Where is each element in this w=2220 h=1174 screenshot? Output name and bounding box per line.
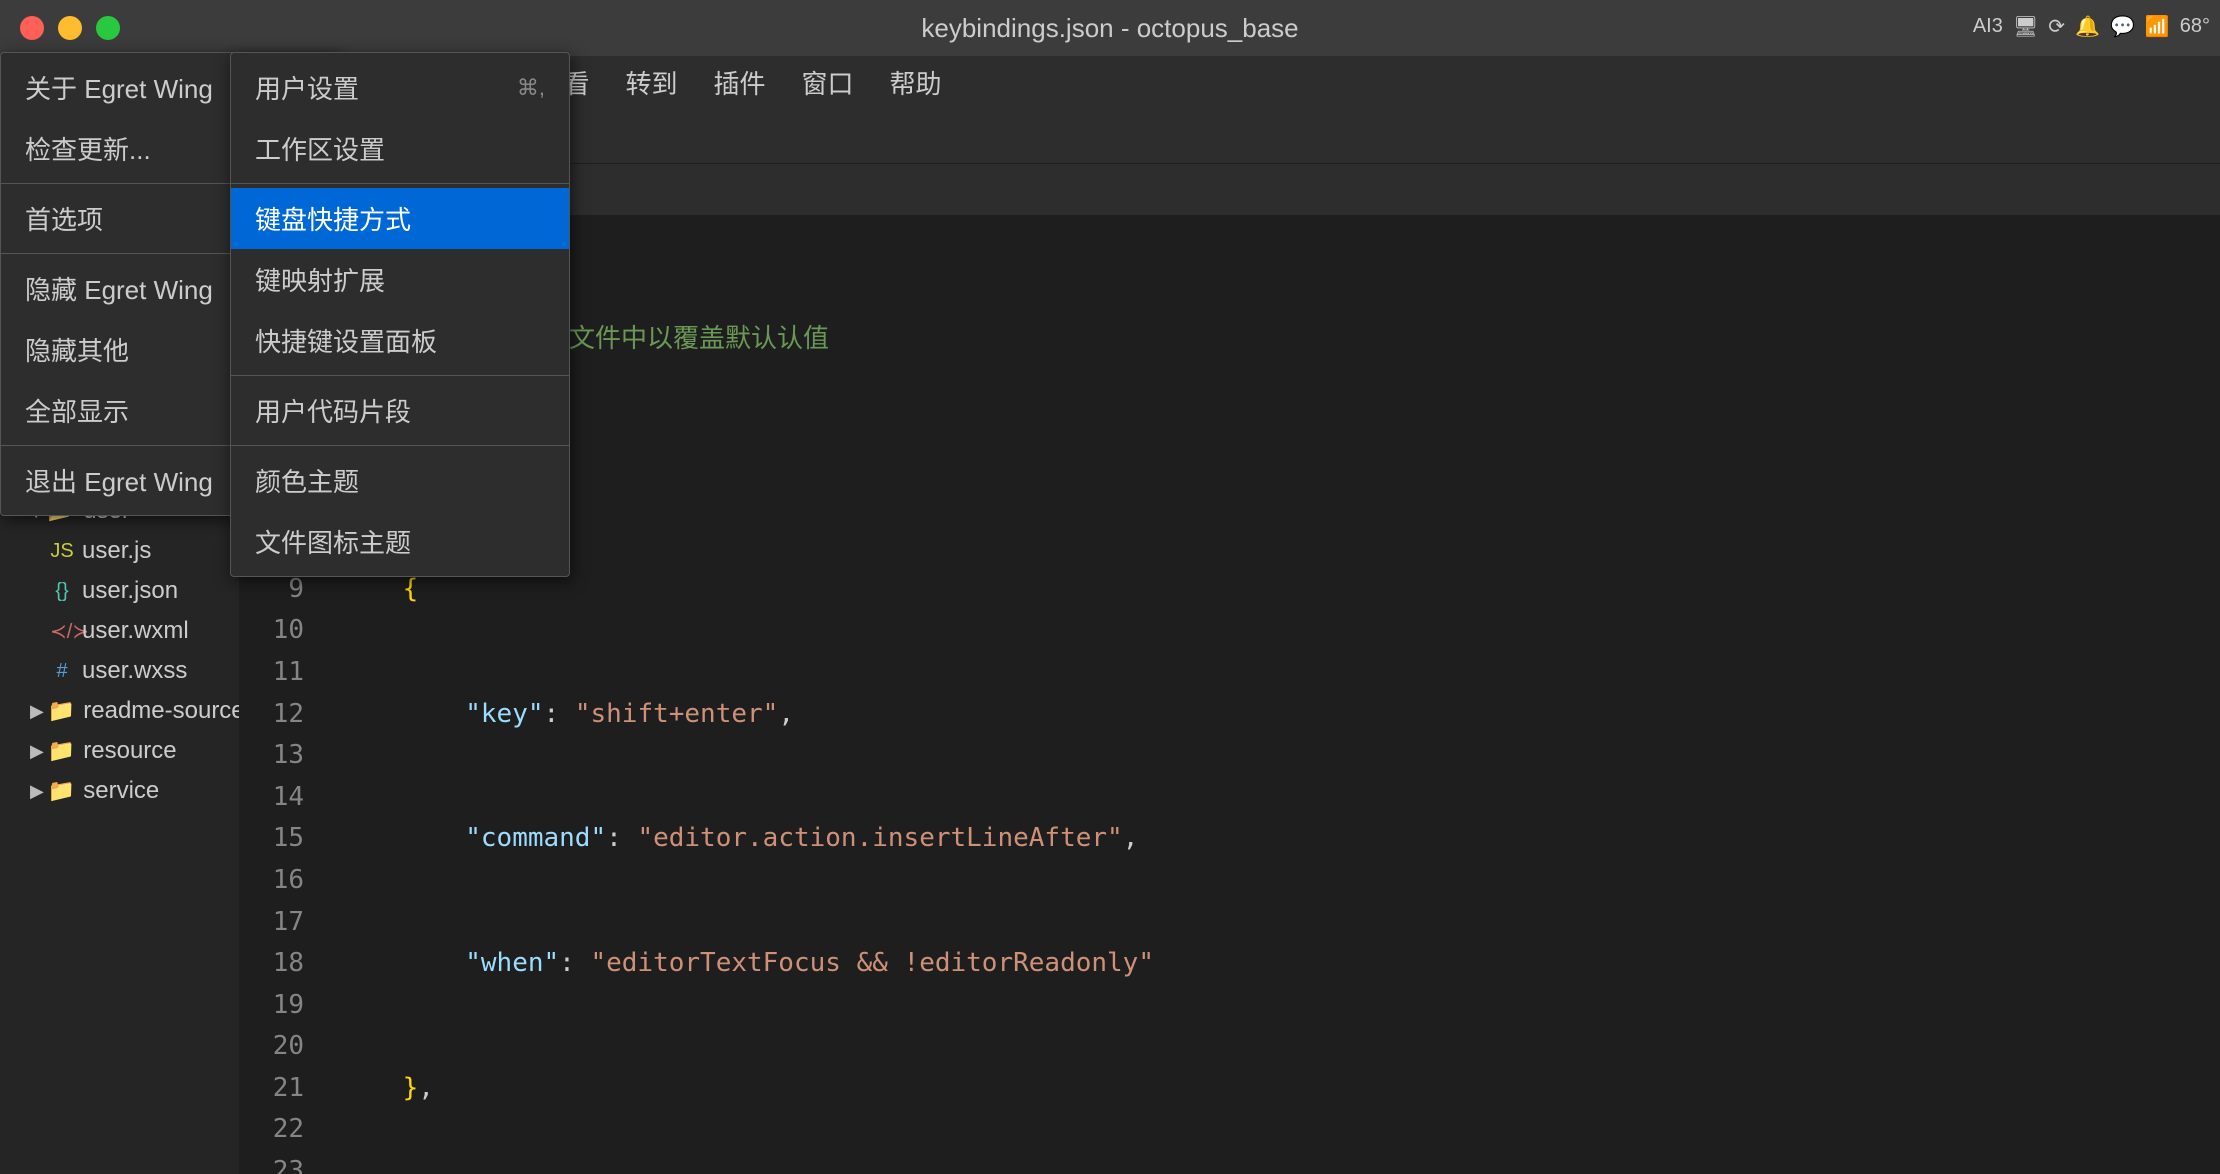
line-num-16: 16	[240, 860, 304, 902]
quit-label: 退出 Egret Wing	[25, 462, 213, 499]
window-title: keybindings.json - octopus_base	[921, 13, 1298, 44]
line-num-19: 19	[240, 985, 304, 1027]
line-num-12: 12	[240, 694, 304, 736]
sidebar-item-resource[interactable]: ▶ 📁 resource	[0, 731, 239, 771]
line-num-14: 14	[240, 777, 304, 819]
sidebar-item-readme-source[interactable]: ▶ 📁 readme-source	[0, 691, 239, 731]
ai3-icon: AI3	[1973, 15, 2003, 38]
code-line-7: },	[340, 1068, 2200, 1110]
menu-plugin[interactable]: 插件	[695, 58, 783, 107]
code-line-6: "when": "editorTextFocus && !editorReado…	[340, 943, 2200, 985]
wifi-icon: 📶	[2145, 14, 2170, 39]
json-file-icon: {}	[50, 580, 74, 603]
network-icon: ⟳	[2048, 14, 2065, 39]
traffic-lights	[20, 16, 120, 40]
menu-help[interactable]: 帮助	[872, 58, 960, 107]
code-line-2: [	[340, 444, 2200, 486]
line-num-21: 21	[240, 1068, 304, 1110]
user-settings-label: 用户设置	[255, 69, 359, 106]
sidebar-item-user-json[interactable]: {} user.json	[0, 571, 239, 611]
code-line-4: "key": "shift+enter",	[340, 694, 2200, 736]
wxml-file-icon: ≺/≻	[50, 619, 74, 644]
code-line-1: // 将键绑定放入此文件中以覆盖默认认值	[340, 319, 2200, 361]
sidebar-item-user-wxss[interactable]: # user.wxss	[0, 651, 239, 691]
pref-keyboard-shortcuts[interactable]: 键盘快捷方式	[231, 188, 569, 249]
minimize-button[interactable]	[58, 16, 82, 40]
line-num-20: 20	[240, 1026, 304, 1068]
code-line-3: {	[340, 569, 2200, 611]
pref-user-snippets[interactable]: 用户代码片段	[231, 380, 569, 441]
line-num-11: 11	[240, 652, 304, 694]
arrow-icon: ▶	[30, 701, 44, 722]
item-label: readme-source	[83, 697, 240, 725]
wxss-file-icon: #	[50, 660, 74, 683]
system-tray: AI3 🖥 ⟳ 🔔 💬 📶 68°	[1973, 0, 2210, 52]
code-content[interactable]: // 将键绑定放入此文件中以覆盖默认认值 [ { "key": "shift+e…	[320, 216, 2220, 1174]
item-label: user.js	[82, 537, 151, 565]
pref-shortcut-panel[interactable]: 快捷键设置面板	[231, 310, 569, 371]
line-num-10: 10	[240, 610, 304, 652]
pref-color-theme[interactable]: 颜色主题	[231, 450, 569, 511]
menu-window[interactable]: 窗口	[784, 58, 872, 107]
menu-goto[interactable]: 转到	[607, 58, 695, 107]
pref-key-mapping[interactable]: 键映射扩展	[231, 249, 569, 310]
line-num-22: 22	[240, 1109, 304, 1151]
pref-sep-2	[231, 375, 569, 376]
pref-user-settings[interactable]: 用户设置 ⌘,	[231, 57, 569, 118]
folder-icon: 📁	[48, 698, 75, 724]
titlebar: keybindings.json - octopus_base AI3 🖥 ⟳ …	[0, 0, 2220, 56]
folder-icon: 📁	[48, 738, 75, 764]
folder-icon: 📁	[48, 778, 75, 804]
arrow-icon: ▶	[30, 781, 44, 802]
sidebar-item-service[interactable]: ▶ 📁 service	[0, 771, 239, 811]
chat-icon: 💬	[2110, 14, 2135, 39]
preferences-submenu: 用户设置 ⌘, 工作区设置 键盘快捷方式 键映射扩展 快捷键设置面板 用户代码片…	[230, 52, 570, 577]
sidebar-item-user-wxml[interactable]: ≺/≻ user.wxml	[0, 611, 239, 651]
pref-file-icon-theme[interactable]: 文件图标主题	[231, 511, 569, 572]
hide-label: 隐藏 Egret Wing	[25, 270, 213, 307]
line-num-23: 23	[240, 1151, 304, 1174]
code-line-5: "command": "editor.action.insertLineAfte…	[340, 818, 2200, 860]
item-label: user.json	[82, 577, 178, 605]
sidebar-item-user-js[interactable]: JS user.js	[0, 531, 239, 571]
line-num-13: 13	[240, 735, 304, 777]
clock-icon: 68°	[2180, 15, 2210, 38]
line-num-17: 17	[240, 902, 304, 944]
pref-sep-1	[231, 183, 569, 184]
line-num-18: 18	[240, 943, 304, 985]
maximize-button[interactable]	[96, 16, 120, 40]
arrow-icon: ▶	[30, 741, 44, 762]
monitor-icon: 🖥	[2013, 14, 2038, 39]
js-file-icon: JS	[50, 540, 74, 563]
hideothers-label: 隐藏其他	[25, 331, 129, 368]
item-label: user.wxss	[82, 657, 187, 685]
item-label: user.wxml	[82, 617, 189, 645]
line-num-15: 15	[240, 818, 304, 860]
item-label: resource	[83, 737, 176, 765]
bell-icon: 🔔	[2075, 14, 2100, 39]
pref-sep-3	[231, 445, 569, 446]
user-settings-shortcut: ⌘,	[517, 75, 545, 101]
pref-workspace-settings[interactable]: 工作区设置	[231, 118, 569, 179]
item-label: service	[83, 777, 159, 805]
close-button[interactable]	[20, 16, 44, 40]
